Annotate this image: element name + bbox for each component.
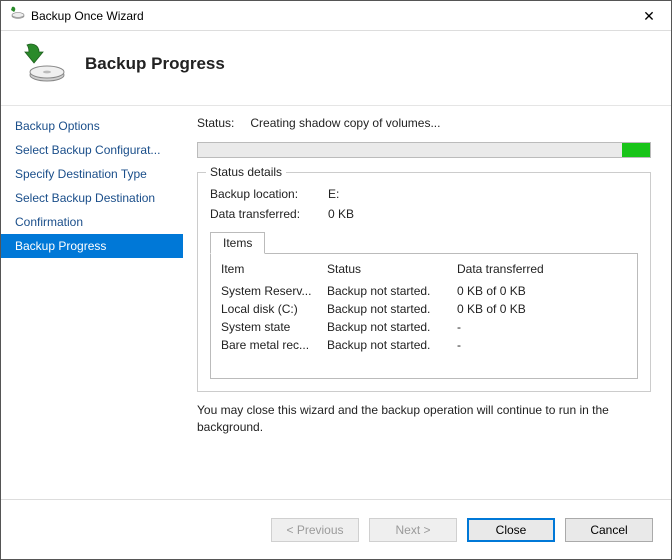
close-note: You may close this wizard and the backup… <box>197 402 651 436</box>
window-title: Backup Once Wizard <box>31 9 144 23</box>
cell-status: Backup not started. <box>327 338 457 352</box>
status-label: Status: <box>197 116 234 130</box>
sidebar-item-select-configuration[interactable]: Select Backup Configurat... <box>1 138 183 162</box>
window-close-button[interactable]: ✕ <box>627 1 671 31</box>
col-header-data: Data transferred <box>457 262 627 276</box>
wizard-steps-sidebar: Backup Options Select Backup Configurat.… <box>1 105 183 499</box>
table-header: Item Status Data transferred <box>221 262 627 276</box>
close-button[interactable]: Close <box>467 518 555 542</box>
app-icon <box>9 5 25 26</box>
cell-data: 0 KB of 0 KB <box>457 302 627 316</box>
col-header-item: Item <box>221 262 327 276</box>
backup-location-value: E: <box>328 187 339 201</box>
wizard-window: Backup Once Wizard ✕ Backup Progress Bac… <box>0 0 672 560</box>
status-value: Creating shadow copy of volumes... <box>250 116 440 130</box>
status-row: Status: Creating shadow copy of volumes.… <box>197 116 651 130</box>
cell-data: - <box>457 320 627 334</box>
table-row: System state Backup not started. - <box>221 318 627 336</box>
cell-item: Local disk (C:) <box>221 302 327 316</box>
wizard-footer: < Previous Next > Close Cancel <box>1 499 671 559</box>
cell-item: System Reserv... <box>221 284 327 298</box>
items-tabs: Items Item Status Data transferred Syste… <box>210 231 638 379</box>
wizard-header: Backup Progress <box>1 31 671 105</box>
status-details-group: Status details Backup location: E: Data … <box>197 172 651 392</box>
backup-location-row: Backup location: E: <box>210 187 638 201</box>
main-panel: Status: Creating shadow copy of volumes.… <box>183 105 671 499</box>
titlebar: Backup Once Wizard ✕ <box>1 1 671 31</box>
cell-data: - <box>457 338 627 352</box>
cell-status: Backup not started. <box>327 284 457 298</box>
progress-fill <box>622 143 650 157</box>
cell-item: System state <box>221 320 327 334</box>
table-row: System Reserv... Backup not started. 0 K… <box>221 282 627 300</box>
titlebar-left: Backup Once Wizard <box>9 5 144 26</box>
sidebar-item-destination-type[interactable]: Specify Destination Type <box>1 162 183 186</box>
data-transferred-value: 0 KB <box>328 207 354 221</box>
cancel-button[interactable]: Cancel <box>565 518 653 542</box>
data-transferred-label: Data transferred: <box>210 207 328 221</box>
table-row: Local disk (C:) Backup not started. 0 KB… <box>221 300 627 318</box>
items-table: Item Status Data transferred System Rese… <box>210 253 638 379</box>
cell-status: Backup not started. <box>327 320 457 334</box>
previous-button: < Previous <box>271 518 359 542</box>
status-details-title: Status details <box>206 165 286 179</box>
progress-bar <box>197 142 651 158</box>
tab-items[interactable]: Items <box>210 232 265 254</box>
sidebar-item-backup-progress[interactable]: Backup Progress <box>1 234 183 258</box>
page-title: Backup Progress <box>85 54 225 74</box>
sidebar-item-backup-destination[interactable]: Select Backup Destination <box>1 186 183 210</box>
close-icon: ✕ <box>643 9 655 23</box>
next-button: Next > <box>369 518 457 542</box>
cell-status: Backup not started. <box>327 302 457 316</box>
data-transferred-row: Data transferred: 0 KB <box>210 207 638 221</box>
wizard-icon <box>21 41 67 87</box>
sidebar-item-confirmation[interactable]: Confirmation <box>1 210 183 234</box>
sidebar-item-backup-options[interactable]: Backup Options <box>1 114 183 138</box>
cell-data: 0 KB of 0 KB <box>457 284 627 298</box>
content-area: Backup Options Select Backup Configurat.… <box>1 105 671 499</box>
col-header-status: Status <box>327 262 457 276</box>
table-row: Bare metal rec... Backup not started. - <box>221 336 627 354</box>
backup-location-label: Backup location: <box>210 187 328 201</box>
cell-item: Bare metal rec... <box>221 338 327 352</box>
